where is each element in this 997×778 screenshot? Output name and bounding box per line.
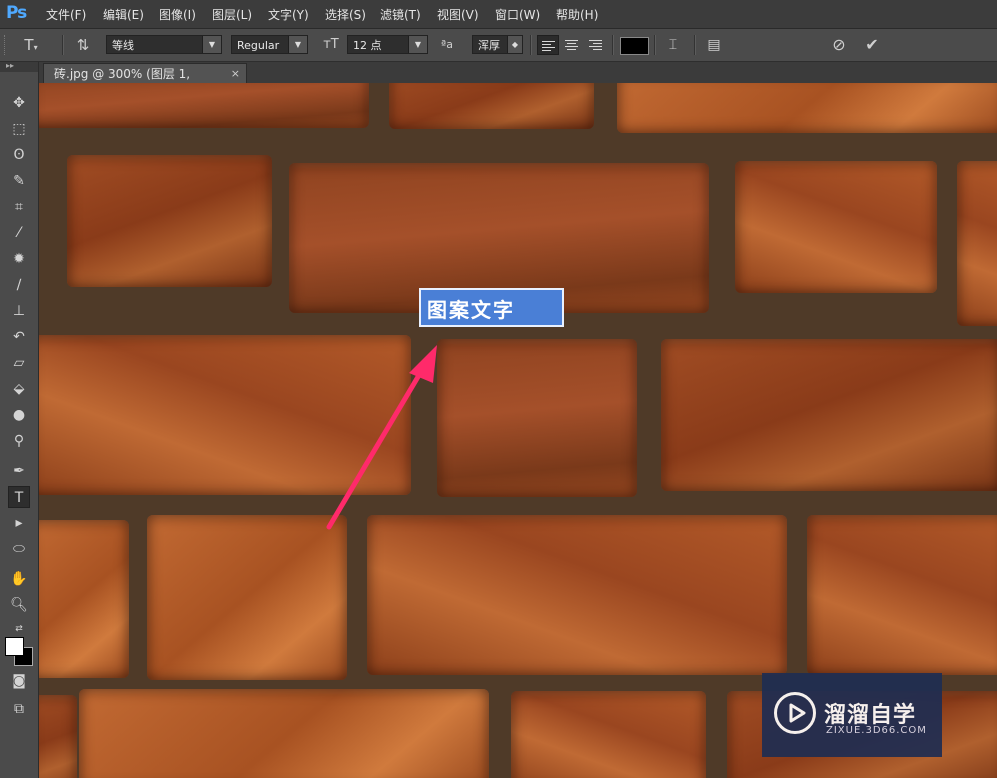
font-style-select[interactable]: Regular ▼ (231, 35, 308, 54)
font-family-select[interactable]: 等线 ▼ (106, 35, 222, 54)
eyedropper-tool-icon[interactable]: ⁄ (8, 222, 30, 244)
brick (437, 339, 637, 497)
watermark-url: ZIXUE.3D66.COM (826, 725, 927, 736)
brick (39, 520, 129, 678)
close-icon[interactable]: × (231, 64, 240, 84)
quick-select-tool-icon[interactable]: ✎ (8, 170, 30, 192)
crop-tool-icon[interactable]: ⌗ (8, 196, 30, 218)
history-brush-tool-icon[interactable]: ↶ (8, 326, 30, 348)
eraser-tool-icon[interactable]: ▱ (8, 352, 30, 374)
chevron-down-icon: ▼ (408, 36, 427, 53)
align-right-button[interactable] (585, 35, 607, 55)
type-tool-icon[interactable]: T (8, 486, 30, 508)
brick (735, 161, 937, 293)
quick-mask-icon[interactable]: ◙ (8, 670, 30, 692)
brick (957, 161, 997, 326)
clone-stamp-tool-icon[interactable]: ⊥ (8, 300, 30, 322)
tools-panel-header[interactable]: ▸▸ (0, 61, 38, 72)
healing-brush-tool-icon[interactable]: ✹ (8, 248, 30, 270)
menu-filter[interactable]: 滤镜(T) (380, 6, 421, 23)
text-color-swatch[interactable] (620, 37, 649, 55)
separator (530, 35, 532, 55)
warp-text-icon[interactable]: ⌶ (662, 35, 684, 55)
font-family-value: 等线 (112, 39, 134, 52)
separator (612, 35, 614, 55)
menu-window[interactable]: 窗口(W) (495, 6, 540, 23)
chevron-down-icon: ▼ (202, 36, 221, 53)
font-size-select[interactable]: 12 点 ▼ (347, 35, 428, 54)
font-size-value: 12 点 (353, 39, 382, 52)
paint-bucket-tool-icon[interactable]: ⬙ (8, 378, 30, 400)
antialias-value: 浑厚 (478, 39, 500, 52)
character-panel-icon[interactable]: ▤ (703, 35, 725, 55)
brick (147, 515, 347, 680)
options-bar: T▾ ⇅ 等线 ▼ Regular ▼ ᴛT 12 点 ▼ ªa 浑厚 ◆ ⌶ … (0, 29, 997, 62)
brick (367, 515, 787, 675)
hand-tool-icon[interactable]: ✋ (8, 568, 30, 590)
zoom-tool-icon[interactable]: 🔍︎ (8, 594, 30, 616)
menu-bar: Ps 文件(F) 编辑(E) 图像(I) 图层(L) 文字(Y) 选择(S) 滤… (0, 0, 997, 29)
antialias-icon: ªa (441, 38, 453, 51)
lasso-tool-icon[interactable]: ʘ (8, 144, 30, 166)
photoshop-logo: Ps (6, 3, 27, 23)
spinner-icon: ◆ (507, 36, 522, 53)
play-logo-icon (774, 692, 816, 734)
brick (39, 335, 411, 495)
separator (62, 35, 64, 55)
brick (39, 695, 77, 778)
align-center-button[interactable] (561, 35, 583, 55)
path-selection-tool-icon[interactable]: ▸ (8, 512, 30, 534)
menu-view[interactable]: 视图(V) (437, 6, 479, 23)
menu-image[interactable]: 图像(I) (159, 6, 196, 23)
font-size-icon: ᴛT (323, 37, 339, 52)
text-orientation-icon[interactable]: ⇅ (72, 35, 94, 55)
collapse-icon: ▸▸ (6, 61, 15, 70)
chevron-down-icon: ▼ (288, 36, 307, 53)
text-layer-selection[interactable]: 图案文字 (419, 288, 564, 327)
menu-edit[interactable]: 编辑(E) (103, 6, 144, 23)
screen-mode-icon[interactable]: ⧉ (8, 698, 30, 720)
document-tab[interactable]: 砖.jpg @ 300% (图层 1, RGB/8#) × (43, 63, 247, 101)
separator (654, 35, 656, 55)
brush-tool-icon[interactable]: ∕ (8, 274, 30, 296)
menu-layer[interactable]: 图层(L) (212, 6, 252, 23)
brick (39, 83, 369, 128)
foreground-color-swatch[interactable] (5, 637, 24, 656)
brick (79, 689, 489, 778)
pen-tool-icon[interactable]: ✒ (8, 460, 30, 482)
brick (807, 515, 997, 675)
text-layer-content: 图案文字 (427, 298, 515, 322)
separator (694, 35, 696, 55)
menu-select[interactable]: 选择(S) (325, 6, 366, 23)
ellipse-tool-icon[interactable]: ⬭ (8, 538, 30, 560)
align-left-button[interactable] (537, 35, 559, 55)
brick (661, 339, 997, 491)
blur-tool-icon[interactable]: ● (8, 404, 30, 426)
brick (617, 83, 997, 133)
cancel-icon[interactable]: ⊘ (828, 35, 850, 55)
brick (389, 83, 594, 129)
type-tool-preset-icon[interactable]: T▾ (20, 35, 42, 55)
dodge-tool-icon[interactable]: ⚲ (8, 430, 30, 452)
commit-check-icon[interactable]: ✔ (861, 35, 883, 55)
tools-panel: ▸▸ ✥ ⬚ ʘ ✎ ⌗ ⁄ ✹ ∕ ⊥ ↶ ▱ ⬙ ● ⚲ ✒ T ▸ ⬭ ✋… (0, 61, 39, 778)
menu-type[interactable]: 文字(Y) (268, 6, 309, 23)
move-tool-icon[interactable]: ✥ (8, 92, 30, 114)
brick (511, 691, 706, 778)
brick (67, 155, 272, 287)
watermark: 溜溜自学 ZIXUE.3D66.COM (762, 673, 942, 757)
menu-help[interactable]: 帮助(H) (556, 6, 598, 23)
antialias-select[interactable]: 浑厚 ◆ (472, 35, 523, 54)
document-tab-bar: 砖.jpg @ 300% (图层 1, RGB/8#) × (39, 62, 997, 101)
menu-file[interactable]: 文件(F) (46, 6, 86, 23)
font-style-value: Regular (237, 39, 280, 52)
options-grip[interactable] (4, 35, 8, 55)
marquee-tool-icon[interactable]: ⬚ (8, 118, 30, 140)
